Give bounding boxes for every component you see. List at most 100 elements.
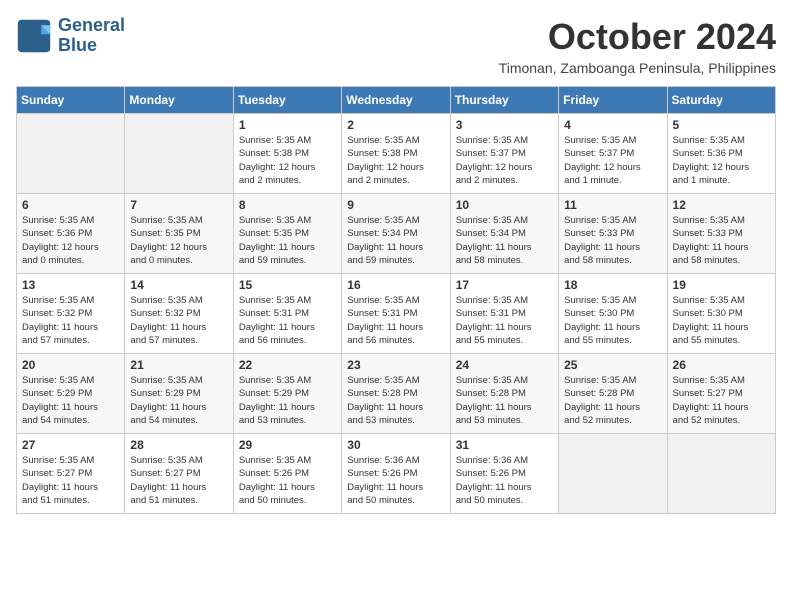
calendar-cell: 21Sunrise: 5:35 AM Sunset: 5:29 PM Dayli…	[125, 354, 233, 434]
calendar-cell	[125, 114, 233, 194]
calendar-cell: 20 Sunrise: 5:35 AM Sunset: 5:29 PM Dayli…	[17, 354, 125, 434]
day-header-sunday: Sunday	[17, 87, 125, 114]
calendar-cell: 9Sunrise: 5:35 AM Sunset: 5:34 PM Daylig…	[342, 194, 450, 274]
day-number: 12	[673, 198, 770, 212]
day-number: 14	[130, 278, 227, 292]
calendar-cell: 29Sunrise: 5:35 AM Sunset: 5:26 PM Dayli…	[233, 434, 341, 514]
calendar-cell: 3 Sunrise: 5:35 AM Sunset: 5:37 PM Daylig…	[450, 114, 558, 194]
day-number: 7	[130, 198, 227, 212]
day-number: 1	[239, 118, 336, 132]
calendar-cell: 15Sunrise: 5:35 AM Sunset: 5:31 PM Dayli…	[233, 274, 341, 354]
day-detail: Sunrise: 5:35 AM Sunset: 5:36 PM Dayligh…	[673, 134, 770, 187]
day-number: 23	[347, 358, 444, 372]
day-number: 2	[347, 118, 444, 132]
day-header-tuesday: Tuesday	[233, 87, 341, 114]
day-header-friday: Friday	[559, 87, 667, 114]
calendar-cell: 14 Sunrise: 5:35 AM Sunset: 5:32 PM Dayli…	[125, 274, 233, 354]
day-header-monday: Monday	[125, 87, 233, 114]
day-number: 26	[673, 358, 770, 372]
day-detail: Sunrise: 5:35 AM Sunset: 5:35 PM Dayligh…	[130, 214, 227, 267]
calendar-cell: 10Sunrise: 5:35 AM Sunset: 5:34 PM Dayli…	[450, 194, 558, 274]
day-detail: Sunrise: 5:35 AM Sunset: 5:30 PM Dayligh…	[673, 294, 770, 347]
day-detail: Sunrise: 5:35 AM Sunset: 5:28 PM Dayligh…	[347, 374, 444, 427]
calendar-cell: 2 Sunrise: 5:35 AM Sunset: 5:38 PM Daylig…	[342, 114, 450, 194]
title-area: October 2024 Timonan, Zamboanga Peninsul…	[499, 16, 776, 76]
day-detail: Sunrise: 5:35 AM Sunset: 5:31 PM Dayligh…	[456, 294, 553, 347]
day-header-saturday: Saturday	[667, 87, 775, 114]
day-detail: Sunrise: 5:36 AM Sunset: 5:26 PM Dayligh…	[456, 454, 553, 507]
day-detail: Sunrise: 5:35 AM Sunset: 5:27 PM Dayligh…	[22, 454, 119, 507]
day-detail: Sunrise: 5:35 AM Sunset: 5:38 PM Dayligh…	[239, 134, 336, 187]
day-detail: Sunrise: 5:35 AM Sunset: 5:27 PM Dayligh…	[130, 454, 227, 507]
day-header-thursday: Thursday	[450, 87, 558, 114]
header-row: SundayMondayTuesdayWednesdayThursdayFrid…	[17, 87, 776, 114]
day-detail: Sunrise: 5:35 AM Sunset: 5:37 PM Dayligh…	[456, 134, 553, 187]
day-number: 16	[347, 278, 444, 292]
day-number: 10	[456, 198, 553, 212]
day-detail: Sunrise: 5:35 AM Sunset: 5:33 PM Dayligh…	[564, 214, 661, 267]
day-detail: Sunrise: 5:35 AM Sunset: 5:35 PM Dayligh…	[239, 214, 336, 267]
calendar-body: 1 Sunrise: 5:35 AM Sunset: 5:38 PM Daylig…	[17, 114, 776, 514]
day-detail: Sunrise: 5:35 AM Sunset: 5:38 PM Dayligh…	[347, 134, 444, 187]
calendar-cell	[17, 114, 125, 194]
calendar-week-5: 27 Sunrise: 5:35 AM Sunset: 5:27 PM Dayli…	[17, 434, 776, 514]
calendar-cell: 23 Sunrise: 5:35 AM Sunset: 5:28 PM Dayli…	[342, 354, 450, 434]
day-number: 15	[239, 278, 336, 292]
day-number: 6	[22, 198, 119, 212]
day-number: 3	[456, 118, 553, 132]
day-detail: Sunrise: 5:35 AM Sunset: 5:27 PM Dayligh…	[673, 374, 770, 427]
logo: General Blue	[16, 16, 125, 56]
day-number: 8	[239, 198, 336, 212]
day-number: 18	[564, 278, 661, 292]
day-number: 28	[130, 438, 227, 452]
day-number: 25	[564, 358, 661, 372]
calendar-week-3: 13 Sunrise: 5:35 AM Sunset: 5:32 PM Dayli…	[17, 274, 776, 354]
month-year-title: October 2024	[499, 16, 776, 58]
day-number: 30	[347, 438, 444, 452]
day-number: 27	[22, 438, 119, 452]
day-header-wednesday: Wednesday	[342, 87, 450, 114]
calendar-week-4: 20 Sunrise: 5:35 AM Sunset: 5:29 PM Dayli…	[17, 354, 776, 434]
calendar-cell: 28 Sunrise: 5:35 AM Sunset: 5:27 PM Dayli…	[125, 434, 233, 514]
calendar-cell: 22 Sunrise: 5:35 AM Sunset: 5:29 PM Dayli…	[233, 354, 341, 434]
day-detail: Sunrise: 5:35 AM Sunset: 5:34 PM Dayligh…	[347, 214, 444, 267]
calendar-cell: 25Sunrise: 5:35 AM Sunset: 5:28 PM Dayli…	[559, 354, 667, 434]
calendar-cell: 8 Sunrise: 5:35 AM Sunset: 5:35 PM Daylig…	[233, 194, 341, 274]
day-detail: Sunrise: 5:35 AM Sunset: 5:29 PM Dayligh…	[239, 374, 336, 427]
calendar-cell: 26 Sunrise: 5:35 AM Sunset: 5:27 PM Dayli…	[667, 354, 775, 434]
day-number: 19	[673, 278, 770, 292]
logo-icon	[16, 18, 52, 54]
calendar-cell: 12 Sunrise: 5:35 AM Sunset: 5:33 PM Dayli…	[667, 194, 775, 274]
calendar-table: SundayMondayTuesdayWednesdayThursdayFrid…	[16, 86, 776, 514]
calendar-cell: 7 Sunrise: 5:35 AM Sunset: 5:35 PM Daylig…	[125, 194, 233, 274]
day-number: 11	[564, 198, 661, 212]
calendar-cell	[559, 434, 667, 514]
calendar-cell: 19 Sunrise: 5:35 AM Sunset: 5:30 PM Dayli…	[667, 274, 775, 354]
calendar-cell: 30Sunrise: 5:36 AM Sunset: 5:26 PM Dayli…	[342, 434, 450, 514]
calendar-week-1: 1 Sunrise: 5:35 AM Sunset: 5:38 PM Daylig…	[17, 114, 776, 194]
logo-line1: General	[58, 16, 125, 36]
day-number: 24	[456, 358, 553, 372]
logo-line2: Blue	[58, 36, 125, 56]
calendar-cell: 17Sunrise: 5:35 AM Sunset: 5:31 PM Dayli…	[450, 274, 558, 354]
day-number: 22	[239, 358, 336, 372]
calendar-cell: 16 Sunrise: 5:35 AM Sunset: 5:31 PM Dayli…	[342, 274, 450, 354]
day-number: 4	[564, 118, 661, 132]
day-detail: Sunrise: 5:35 AM Sunset: 5:29 PM Dayligh…	[22, 374, 119, 427]
day-detail: Sunrise: 5:35 AM Sunset: 5:33 PM Dayligh…	[673, 214, 770, 267]
day-number: 13	[22, 278, 119, 292]
calendar-week-2: 6Sunrise: 5:35 AM Sunset: 5:36 PM Daylig…	[17, 194, 776, 274]
calendar-cell: 27 Sunrise: 5:35 AM Sunset: 5:27 PM Dayli…	[17, 434, 125, 514]
location-subtitle: Timonan, Zamboanga Peninsula, Philippine…	[499, 60, 776, 76]
day-detail: Sunrise: 5:35 AM Sunset: 5:32 PM Dayligh…	[22, 294, 119, 347]
calendar-cell: 6Sunrise: 5:35 AM Sunset: 5:36 PM Daylig…	[17, 194, 125, 274]
day-detail: Sunrise: 5:35 AM Sunset: 5:30 PM Dayligh…	[564, 294, 661, 347]
day-detail: Sunrise: 5:35 AM Sunset: 5:32 PM Dayligh…	[130, 294, 227, 347]
day-number: 31	[456, 438, 553, 452]
day-number: 5	[673, 118, 770, 132]
day-number: 21	[130, 358, 227, 372]
day-number: 20	[22, 358, 119, 372]
calendar-cell: 4Sunrise: 5:35 AM Sunset: 5:37 PM Daylig…	[559, 114, 667, 194]
calendar-cell: 13 Sunrise: 5:35 AM Sunset: 5:32 PM Dayli…	[17, 274, 125, 354]
day-detail: Sunrise: 5:35 AM Sunset: 5:31 PM Dayligh…	[347, 294, 444, 347]
